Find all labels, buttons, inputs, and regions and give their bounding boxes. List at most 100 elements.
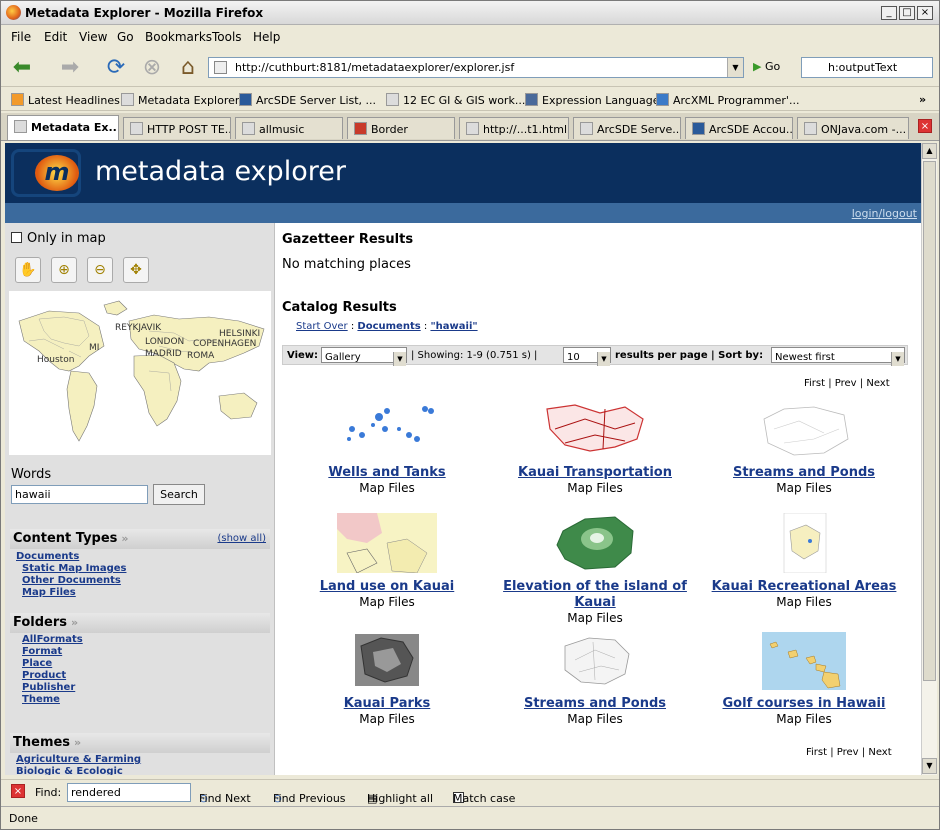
breadcrumb-query[interactable]: "hawaii" (430, 321, 477, 332)
search-button[interactable]: Search (153, 484, 205, 505)
close-window-button[interactable]: × (917, 6, 933, 20)
forward-icon[interactable]: ➡ (57, 55, 83, 81)
close-tab-icon[interactable]: × (918, 119, 932, 133)
expand-arrows-icon[interactable]: » (74, 736, 81, 749)
only-in-map-toggle[interactable]: Only in map (11, 231, 106, 246)
only-in-map-checkbox[interactable] (11, 232, 22, 243)
bookmark-item[interactable]: Latest Headlines (11, 93, 120, 107)
result-title[interactable]: Kauai Transportation (491, 465, 699, 481)
url-dropdown-icon[interactable]: ▼ (727, 58, 743, 77)
result-thumbnail[interactable] (545, 513, 645, 573)
zoom-out-icon[interactable]: ⊖ (87, 257, 113, 283)
pager-first[interactable]: First (804, 378, 825, 389)
result-title[interactable]: Golf courses in Hawaii (700, 696, 908, 712)
sort-select[interactable]: Newest first ▼ (771, 347, 905, 366)
address-bar[interactable]: http://cuthburt:8181/metadataexplorer/ex… (208, 57, 744, 78)
result-thumbnail[interactable] (545, 399, 645, 459)
bookmark-item[interactable]: ArcXML Programmer'... (656, 93, 799, 107)
result-thumbnail[interactable] (337, 399, 437, 459)
menu-go[interactable]: Go (117, 30, 134, 44)
tab-http-post[interactable]: HTTP POST TE... (123, 117, 231, 139)
content-type-other-documents[interactable]: Other Documents (22, 575, 121, 586)
tab-onjava[interactable]: ONJava.com -... (797, 117, 909, 139)
tab-arcsde-account[interactable]: ArcSDE Accou... (685, 117, 793, 139)
bookmarks-overflow-icon[interactable]: » (919, 93, 926, 106)
menu-tools[interactable]: Tools (212, 30, 242, 44)
scroll-up-icon[interactable]: ▲ (922, 143, 937, 159)
find-input[interactable]: rendered (67, 783, 191, 802)
menu-view[interactable]: View (79, 30, 107, 44)
folder-place[interactable]: Place (22, 658, 52, 669)
menu-help[interactable]: Help (253, 30, 280, 44)
folder-publisher[interactable]: Publisher (22, 682, 75, 693)
tab-html[interactable]: http://...t1.html (459, 117, 569, 139)
result-title[interactable]: Kauai Recreational Areas (700, 579, 908, 595)
per-page-select[interactable]: 10 ▼ (563, 347, 611, 366)
results-toolbar: View: Gallery ▼ | Showing: 1-9 (0.751 s) … (282, 345, 908, 366)
view-select[interactable]: Gallery ▼ (321, 347, 407, 366)
theme-agriculture[interactable]: Agriculture & Farming (16, 754, 141, 765)
result-title[interactable]: Wells and Tanks (283, 465, 491, 481)
tab-arcsde-server[interactable]: ArcSDE Serve... (573, 117, 681, 139)
start-over-link[interactable]: Start Over (296, 321, 348, 332)
login-logout-link[interactable]: login/logout (852, 207, 917, 220)
chevron-down-icon: ▼ (393, 352, 406, 366)
result-thumbnail[interactable] (337, 513, 437, 573)
result-title[interactable]: Streams and Ponds (491, 696, 699, 712)
content-type-static-map-images[interactable]: Static Map Images (22, 563, 126, 574)
result-thumbnail[interactable] (754, 513, 854, 573)
close-find-icon[interactable]: × (11, 784, 25, 798)
result-title[interactable]: Streams and Ponds (700, 465, 908, 481)
expand-arrows-icon[interactable]: » (121, 532, 128, 545)
tab-allmusic[interactable]: allmusic (235, 117, 343, 139)
full-extent-icon[interactable]: ✥ (123, 257, 149, 283)
scroll-down-icon[interactable]: ▼ (922, 758, 937, 774)
bookmark-item[interactable]: 12 EC GI & GIS work... (386, 93, 525, 107)
show-all-link[interactable]: (show all) (217, 533, 266, 544)
folder-format[interactable]: Format (22, 646, 62, 657)
bookmark-item[interactable]: Metadata Explorer (121, 93, 239, 107)
tab-border[interactable]: Border (347, 117, 455, 139)
pan-hand-icon[interactable]: ✋ (15, 257, 41, 283)
pager-prev[interactable]: Prev (835, 378, 857, 389)
pager-prev[interactable]: Prev (837, 747, 859, 758)
menu-file[interactable]: File (11, 30, 31, 44)
scroll-thumb[interactable] (923, 161, 936, 681)
result-thumbnail[interactable] (754, 399, 854, 459)
vertical-scrollbar[interactable]: ▲ ▼ (921, 143, 937, 775)
result-title[interactable]: Kauai Parks (283, 696, 491, 712)
maximize-button[interactable]: □ (899, 6, 915, 20)
tab-metadata-explorer[interactable]: Metadata Ex... (7, 115, 119, 140)
bookmark-item[interactable]: ArcSDE Server List, ... (239, 93, 376, 107)
result-title[interactable]: Elevation of the island of Kauai (491, 579, 699, 611)
result-thumbnail[interactable] (754, 630, 854, 690)
search-input[interactable]: h:outputText (801, 57, 933, 78)
zoom-in-icon[interactable]: ⊕ (51, 257, 77, 283)
find-label: Find: (35, 786, 62, 799)
minimize-button[interactable]: _ (881, 6, 897, 20)
folder-allformats[interactable]: AllFormats (22, 634, 83, 645)
pager-first[interactable]: First (806, 747, 827, 758)
pager-next[interactable]: Next (866, 378, 889, 389)
expand-arrows-icon[interactable]: » (71, 616, 78, 629)
folder-product[interactable]: Product (22, 670, 66, 681)
result-title[interactable]: Land use on Kauai (283, 579, 491, 595)
reload-icon[interactable]: ⟳ (103, 55, 129, 81)
content-type-documents[interactable]: Documents (16, 551, 79, 562)
world-map[interactable]: REYKJAVIK LONDON MADRID HELSINKI COPENHA… (9, 291, 271, 455)
breadcrumb-documents[interactable]: Documents (357, 321, 420, 332)
pager-next[interactable]: Next (868, 747, 891, 758)
bookmark-item[interactable]: Expression Language (525, 93, 660, 107)
go-button[interactable]: ▶ Go (753, 60, 780, 73)
stop-icon[interactable]: ⊗ (139, 55, 165, 81)
result-thumbnail[interactable] (545, 630, 645, 690)
folder-theme[interactable]: Theme (22, 694, 60, 705)
menu-bookmarks[interactable]: Bookmarks (145, 30, 212, 44)
theme-biologic[interactable]: Biologic & Ecologic (16, 766, 123, 775)
words-input[interactable]: hawaii (11, 485, 148, 504)
content-type-map-files[interactable]: Map Files (22, 587, 76, 598)
back-icon[interactable]: ⬅ (9, 55, 35, 81)
menu-edit[interactable]: Edit (44, 30, 67, 44)
home-icon[interactable]: ⌂ (175, 55, 201, 81)
result-thumbnail[interactable] (337, 630, 437, 690)
